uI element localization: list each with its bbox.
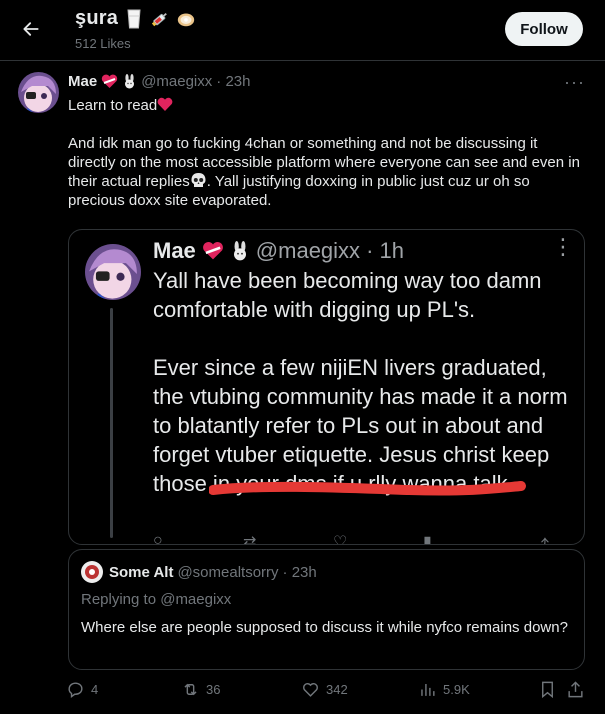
top-bar: şura 512 Likes Follow (0, 0, 605, 60)
share-button[interactable] (566, 680, 585, 699)
bookmark-icon (542, 681, 553, 699)
action-bar: 4 36 342 5.9K (66, 680, 591, 704)
post-paragraph-2: And idk man go to fucking 4chan or somet… (68, 134, 588, 210)
quoted-reply-icon: ○ (153, 532, 163, 545)
red-heart-icon (157, 97, 173, 111)
divider (0, 60, 605, 61)
heart-ribbon-icon (202, 242, 223, 260)
milk-glass-icon (127, 9, 141, 28)
view-count: 5.9K (443, 682, 470, 697)
like-count-value: 342 (326, 682, 348, 697)
reply-author-handle: @somealtsorry (177, 564, 279, 581)
arrow-left-icon (23, 22, 39, 36)
syringe-icon (151, 12, 167, 26)
author-handle[interactable]: @maegixx (141, 73, 212, 90)
post-line-1-text: Learn to read (68, 97, 158, 114)
quoted-text: Yall have been becoming way too damn com… (153, 266, 573, 498)
reply-count: 4 (91, 682, 99, 697)
more-options-button[interactable]: ··· (564, 72, 585, 93)
bookmark-button[interactable] (538, 680, 557, 699)
rabbit-icon (233, 241, 246, 261)
quoted-post-time: · 1h (366, 238, 404, 263)
post-text: Learn to read And idk man go to fucking … (68, 96, 588, 210)
thread-line (110, 308, 113, 538)
quoted-paragraph-2: Ever since a few nijiEN livers graduated… (153, 353, 573, 498)
reply-header: Some Alt @somealtsorry · 23h (109, 564, 317, 581)
follow-button[interactable]: Follow (505, 12, 583, 46)
retweet-count: 36 (206, 682, 221, 697)
retweet-button[interactable]: 36 (181, 680, 220, 699)
quoted-author-handle: @maegixx (255, 238, 361, 263)
quoted-more-icon: ⋮ (552, 234, 574, 259)
quoted-paragraph-1: Yall have been becoming way too damn com… (153, 268, 542, 322)
like-count: 512 Likes (75, 36, 131, 51)
quoted-like-icon: ♡ (333, 534, 348, 545)
avatar[interactable] (18, 72, 59, 113)
reply-button[interactable]: 4 (66, 680, 98, 699)
reply-avatar (81, 561, 103, 583)
skull-icon (191, 173, 206, 187)
quoted-header: Mae @maegixx · 1h (153, 238, 404, 264)
author-name[interactable]: Mae (68, 73, 97, 90)
back-button[interactable] (14, 12, 48, 46)
post-time[interactable]: · 23h (216, 73, 250, 90)
profile-name: şura (75, 7, 119, 29)
quoted-share-icon: ⤴ (533, 532, 549, 544)
attached-screenshot[interactable]: Mae @maegixx · 1h ⋮ Yall have been becom… (68, 229, 585, 545)
reply-author-name: Some Alt (109, 564, 174, 581)
post-line-1: Learn to read (68, 96, 588, 115)
views-button[interactable]: 5.9K (418, 680, 470, 699)
like-button[interactable]: 342 (301, 680, 348, 699)
views-icon (421, 683, 435, 696)
quoted-author-name: Mae (153, 238, 196, 263)
rabbit-icon (125, 74, 135, 89)
share-icon (568, 681, 583, 698)
replying-to: Replying to @maegixx (81, 591, 232, 608)
heart-ribbon-icon (102, 74, 118, 88)
quoted-retweet-icon: ⇄ (243, 534, 257, 545)
oyster-icon (177, 13, 195, 26)
profile-title: şura (75, 7, 196, 30)
quoted-avatar (85, 244, 141, 300)
quoted-reply-card[interactable]: Some Alt @somealtsorry · 23h Replying to… (68, 549, 585, 670)
retweet-icon (184, 683, 197, 696)
reply-icon (68, 682, 83, 699)
quoted-views-icon: ▮ (423, 534, 432, 545)
post-header: Mae @maegixx · 23h (68, 73, 250, 90)
reply-time: · 23h (282, 564, 317, 581)
heart-icon (303, 683, 318, 697)
reply-text: Where else are people supposed to discus… (81, 619, 568, 636)
red-underline-scribble (209, 481, 526, 496)
